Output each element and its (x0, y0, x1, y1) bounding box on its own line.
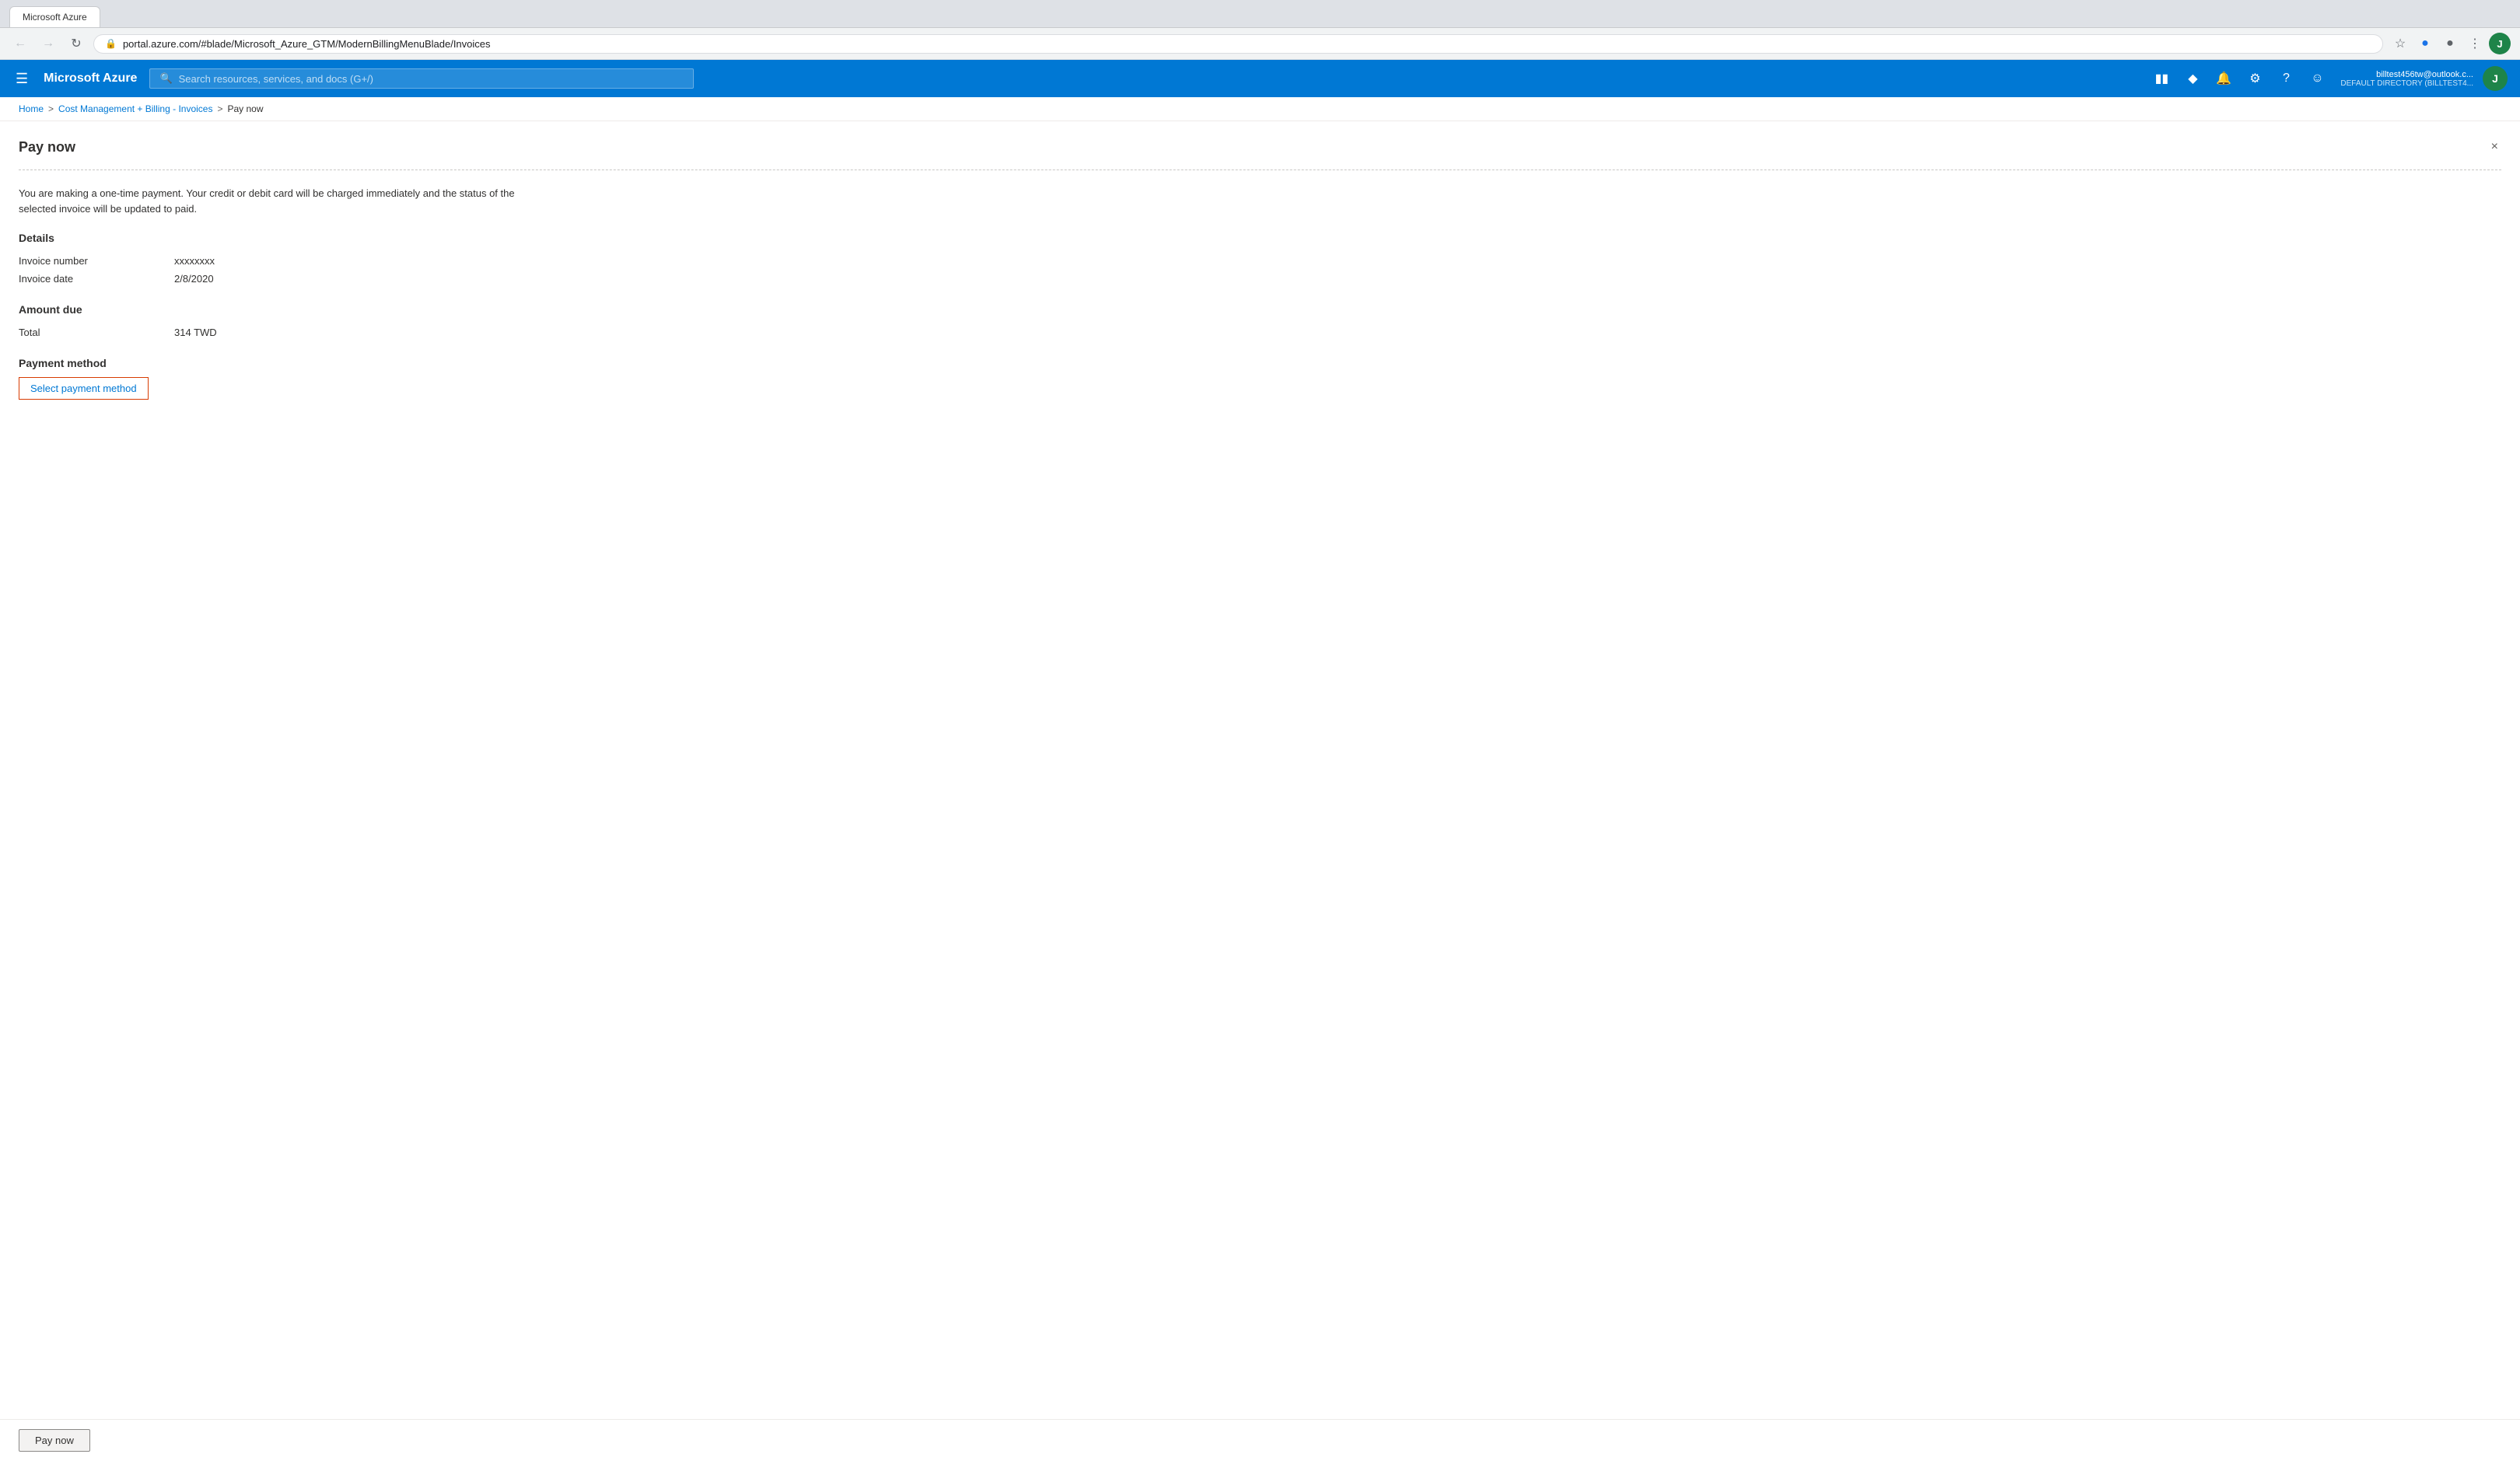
invoice-number-value: xxxxxxxx (174, 255, 215, 267)
forward-button[interactable]: → (37, 33, 59, 54)
refresh-button[interactable]: ↻ (65, 33, 87, 54)
browser-tab-bar: Microsoft Azure (9, 6, 2511, 27)
invoice-number-row: Invoice number xxxxxxxx (19, 252, 2501, 270)
select-payment-button[interactable]: Select payment method (19, 377, 149, 400)
address-bar[interactable]: 🔒 portal.azure.com/#blade/Microsoft_Azur… (93, 34, 2383, 54)
amount-due-heading: Amount due (19, 303, 2501, 316)
search-input[interactable] (179, 73, 684, 85)
invoice-date-value: 2/8/2020 (174, 273, 214, 285)
panel-header: Pay now × (19, 137, 2501, 157)
invoice-number-label: Invoice number (19, 255, 174, 267)
total-value: 314 TWD (174, 327, 217, 338)
invoice-date-row: Invoice date 2/8/2020 (19, 270, 2501, 288)
breadcrumb-current: Pay now (227, 103, 263, 114)
main-content: Pay now × You are making a one-time paym… (0, 121, 2520, 1427)
bookmark-button[interactable]: ☆ (2389, 33, 2411, 54)
hamburger-button[interactable]: ☰ (12, 68, 31, 90)
settings-button[interactable]: ⚙ (2241, 65, 2269, 93)
browser-toolbar: ← → ↻ 🔒 portal.azure.com/#blade/Microsof… (0, 28, 2520, 60)
browser-chrome: Microsoft Azure (0, 0, 2520, 28)
total-label: Total (19, 327, 174, 338)
user-section: billtest456tw@outlook.c... DEFAULT DIREC… (2340, 70, 2473, 88)
azure-topnav: ☰ Microsoft Azure 🔍 ▮▮ ◆ 🔔 ⚙ ? ☺ billtes… (0, 60, 2520, 97)
azure-brand: Microsoft Azure (44, 72, 137, 86)
bottom-bar: Pay now (0, 1419, 2520, 1461)
azure-nav-icons: ▮▮ ◆ 🔔 ⚙ ? ☺ billtest456tw@outlook.c... … (2147, 65, 2508, 93)
payment-method-heading: Payment method (19, 357, 2501, 369)
azure-search-bar[interactable]: 🔍 (149, 68, 694, 89)
cloud-shell-button[interactable]: ▮▮ (2147, 65, 2175, 93)
breadcrumb-home[interactable]: Home (19, 103, 44, 114)
extension-btn[interactable]: ● (2439, 33, 2461, 54)
select-payment-label: Select payment method (30, 383, 137, 394)
breadcrumb: Home > Cost Management + Billing - Invoi… (0, 97, 2520, 121)
lock-icon: 🔒 (105, 38, 117, 49)
browser-profile[interactable]: J (2489, 33, 2511, 54)
details-table: Invoice number xxxxxxxx Invoice date 2/8… (19, 252, 2501, 288)
breadcrumb-sep-1: > (48, 103, 54, 114)
breadcrumb-billing[interactable]: Cost Management + Billing - Invoices (58, 103, 212, 114)
back-button[interactable]: ← (9, 33, 31, 54)
help-button[interactable]: ? (2272, 65, 2300, 93)
browser-settings-btn[interactable]: ⋮ (2464, 33, 2486, 54)
total-row: Total 314 TWD (19, 323, 2501, 341)
invoice-date-label: Invoice date (19, 273, 174, 285)
close-button[interactable]: × (2488, 137, 2501, 157)
notifications-button[interactable]: 🔔 (2210, 65, 2238, 93)
amount-due-table: Total 314 TWD (19, 323, 2501, 341)
directory-button[interactable]: ◆ (2179, 65, 2207, 93)
details-heading: Details (19, 232, 2501, 244)
feedback-button[interactable]: ☺ (2303, 65, 2331, 93)
browser-actions: ☆ ● ● ⋮ J (2389, 33, 2511, 54)
browser-menu-btn[interactable]: ● (2414, 33, 2436, 54)
address-text: portal.azure.com/#blade/Microsoft_Azure_… (123, 38, 2371, 50)
user-email: billtest456tw@outlook.c... (2376, 70, 2473, 79)
description-text: You are making a one-time payment. Your … (19, 186, 516, 216)
pay-now-panel: Pay now × You are making a one-time paym… (0, 121, 2520, 415)
user-avatar[interactable]: J (2483, 66, 2508, 91)
panel-title: Pay now (19, 139, 75, 156)
browser-tab[interactable]: Microsoft Azure (9, 6, 100, 27)
pay-now-button[interactable]: Pay now (19, 1429, 90, 1452)
search-icon: 🔍 (159, 72, 172, 85)
breadcrumb-sep-2: > (217, 103, 222, 114)
user-directory: DEFAULT DIRECTORY (BILLTEST4... (2340, 79, 2473, 88)
